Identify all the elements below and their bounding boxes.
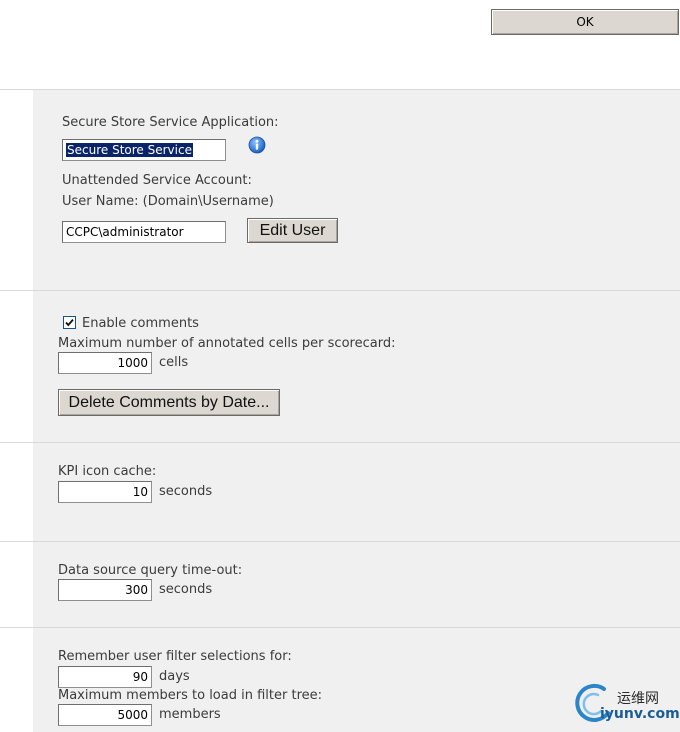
remember-filter-unit: days: [159, 669, 190, 684]
enable-comments-label: Enable comments: [82, 316, 199, 331]
edit-user-button[interactable]: Edit User: [247, 218, 338, 243]
check-icon: [65, 319, 74, 327]
kpi-cache-unit: seconds: [159, 484, 213, 499]
query-timeout-label: Data source query time-out:: [58, 563, 243, 578]
remember-filter-input[interactable]: 90: [58, 666, 152, 688]
max-members-unit: members: [159, 707, 221, 722]
secure-store-app-value: Secure Store Service: [66, 143, 193, 157]
query-timeout-unit: seconds: [159, 582, 213, 597]
max-members-label: Maximum members to load in filter tree:: [58, 688, 322, 703]
max-annotated-cells-input[interactable]: 1000: [58, 352, 152, 374]
cells-unit-label: cells: [159, 355, 189, 370]
watermark-text-url: iyunv.com: [600, 706, 680, 722]
info-icon[interactable]: [248, 136, 266, 154]
delete-comments-button[interactable]: Delete Comments by Date...: [58, 389, 280, 416]
username-input[interactable]: CCPC\administrator: [62, 221, 226, 243]
remember-filter-label: Remember user filter selections for:: [58, 649, 292, 664]
secure-store-app-input[interactable]: Secure Store Service: [62, 139, 226, 161]
max-annotated-cells-label: Maximum number of annotated cells per sc…: [58, 336, 396, 351]
enable-comments-checkbox[interactable]: [63, 316, 76, 329]
watermark-text-cn: 运维网: [617, 691, 659, 707]
ok-button[interactable]: OK: [491, 9, 679, 35]
max-members-input[interactable]: 5000: [58, 704, 152, 726]
service-account-label: Unattended Service Account:: [62, 173, 252, 188]
username-label: User Name: (Domain\Username): [62, 194, 274, 209]
kpi-cache-label: KPI icon cache:: [58, 464, 157, 479]
kpi-cache-input[interactable]: 10: [58, 481, 152, 503]
query-timeout-input[interactable]: 300: [58, 579, 152, 601]
secure-store-app-label: Secure Store Service Application:: [62, 115, 279, 130]
